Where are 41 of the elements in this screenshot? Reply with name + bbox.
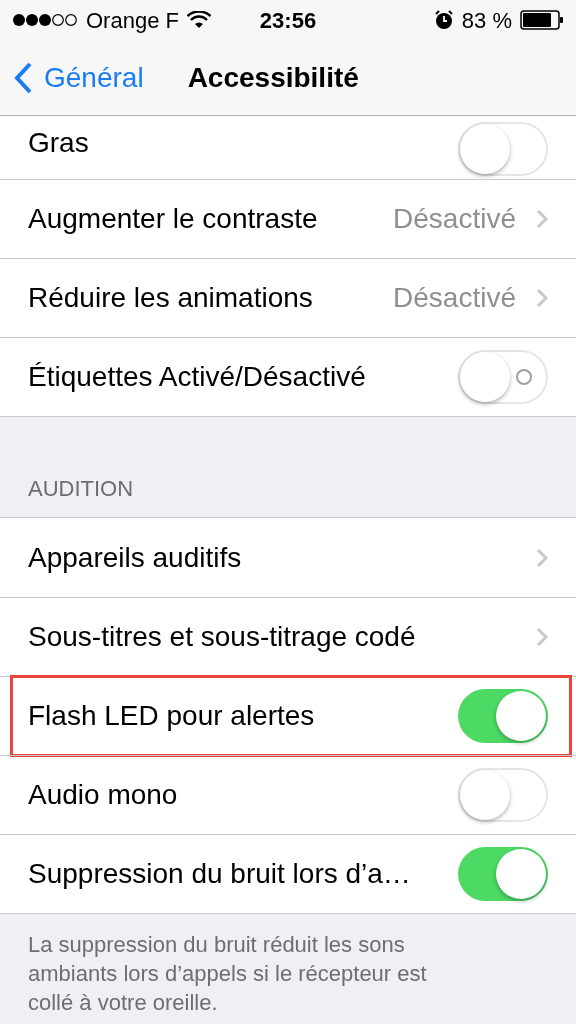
row-label: Suppression du bruit lors d’a… bbox=[28, 857, 412, 891]
settings-row[interactable]: Sous-titres et sous-titrage codé bbox=[0, 597, 576, 676]
wifi-icon bbox=[186, 11, 211, 29]
row-label: Audio mono bbox=[28, 778, 179, 812]
carrier-name: Orange F bbox=[86, 6, 179, 35]
chevron-right-icon bbox=[536, 627, 548, 647]
toggle-switch[interactable] bbox=[458, 768, 548, 822]
toggle-switch[interactable] bbox=[458, 847, 548, 901]
row-label: Gras bbox=[28, 126, 90, 160]
settings-row[interactable]: Suppression du bruit lors d’a… bbox=[0, 834, 576, 913]
toggle-switch[interactable] bbox=[458, 122, 548, 176]
section-header: AUDITION bbox=[28, 475, 134, 503]
back-button[interactable]: Général bbox=[14, 56, 144, 99]
row-value: Désactivé bbox=[393, 281, 516, 315]
toggle-switch[interactable] bbox=[458, 350, 548, 404]
section-footer: La suppression du bruit réduit les sons ambiants lors d’appels si le récepteur est collé à votre oreille. bbox=[0, 914, 500, 1017]
settings-row[interactable]: Augmenter le contraste Désactivé bbox=[0, 179, 576, 258]
settings-row[interactable]: Étiquettes Activé/Désactivé bbox=[0, 337, 576, 416]
screen-title: Accessibilité bbox=[187, 60, 359, 95]
settings-row[interactable]: Flash LED pour alertes bbox=[0, 676, 576, 755]
chevron-left-icon bbox=[14, 61, 32, 94]
battery-percentage: 83 % bbox=[461, 6, 512, 35]
chevron-right-icon bbox=[536, 288, 548, 308]
clock-time: 23:56 bbox=[259, 6, 317, 35]
row-label: Sous-titres et sous-titrage codé bbox=[28, 620, 417, 654]
row-label: Appareils auditifs bbox=[28, 540, 243, 575]
chevron-right-icon bbox=[536, 547, 548, 568]
toggle-switch[interactable] bbox=[458, 689, 548, 743]
settings-row[interactable]: Audio mono bbox=[0, 755, 576, 834]
row-label: Augmenter le contraste bbox=[28, 202, 319, 236]
alarm-clock-icon bbox=[433, 10, 454, 30]
row-label: Étiquettes Activé/Désactivé bbox=[28, 360, 367, 394]
settings-row[interactable]: Réduire les animations Désactivé bbox=[0, 258, 576, 337]
row-value: Désactivé bbox=[393, 202, 516, 236]
chevron-right-icon bbox=[536, 209, 548, 229]
settings-row[interactable]: Appareils auditifs bbox=[0, 518, 576, 597]
row-label: Réduire les animations bbox=[28, 281, 314, 315]
battery-icon bbox=[520, 10, 564, 30]
signal-strength-icon bbox=[12, 13, 78, 27]
settings-row[interactable]: Gras bbox=[0, 116, 576, 179]
row-label: Flash LED pour alertes bbox=[28, 699, 316, 733]
